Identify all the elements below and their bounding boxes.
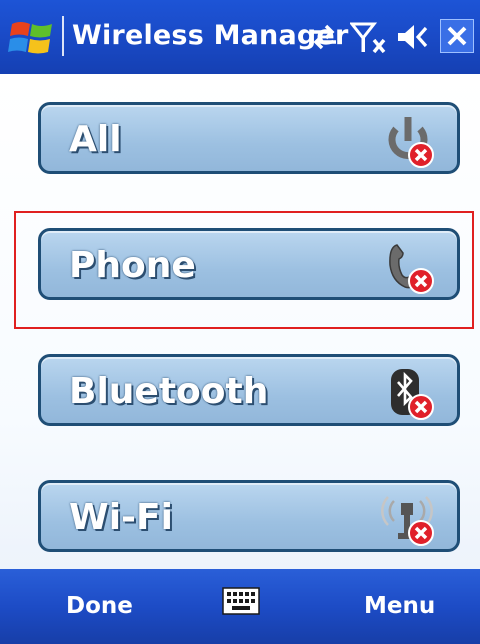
connectivity-icon[interactable] [306, 20, 342, 54]
title-separator [62, 16, 64, 56]
wifi-radio-button[interactable]: Wi-Fi [38, 480, 460, 552]
volume-icon[interactable] [396, 20, 432, 54]
bluetooth-off-icon [391, 369, 434, 420]
bluetooth-radio-button[interactable]: Bluetooth [38, 354, 460, 426]
softkey-bar: Done Menu [0, 569, 480, 644]
close-button[interactable] [440, 19, 474, 53]
wifi-radio-label: Wi-Fi [69, 497, 173, 538]
wifi-off-icon [381, 496, 434, 546]
title-bar: Wireless Manager [0, 0, 480, 74]
menu-softkey[interactable]: Menu [364, 593, 435, 619]
all-radios-button[interactable]: All [38, 102, 460, 174]
windows-start-icon[interactable] [8, 16, 56, 60]
keyboard-icon[interactable] [222, 587, 260, 615]
done-softkey[interactable]: Done [66, 593, 133, 619]
power-off-icon [388, 117, 434, 168]
signal-off-icon[interactable] [350, 20, 388, 54]
bluetooth-radio-label: Bluetooth [69, 371, 269, 412]
all-radios-label: All [69, 119, 122, 160]
wireless-manager-screen: Wireless Manager All Phone Bluetooth Wi-… [0, 0, 480, 644]
selection-highlight [14, 211, 474, 329]
close-icon [447, 26, 467, 46]
